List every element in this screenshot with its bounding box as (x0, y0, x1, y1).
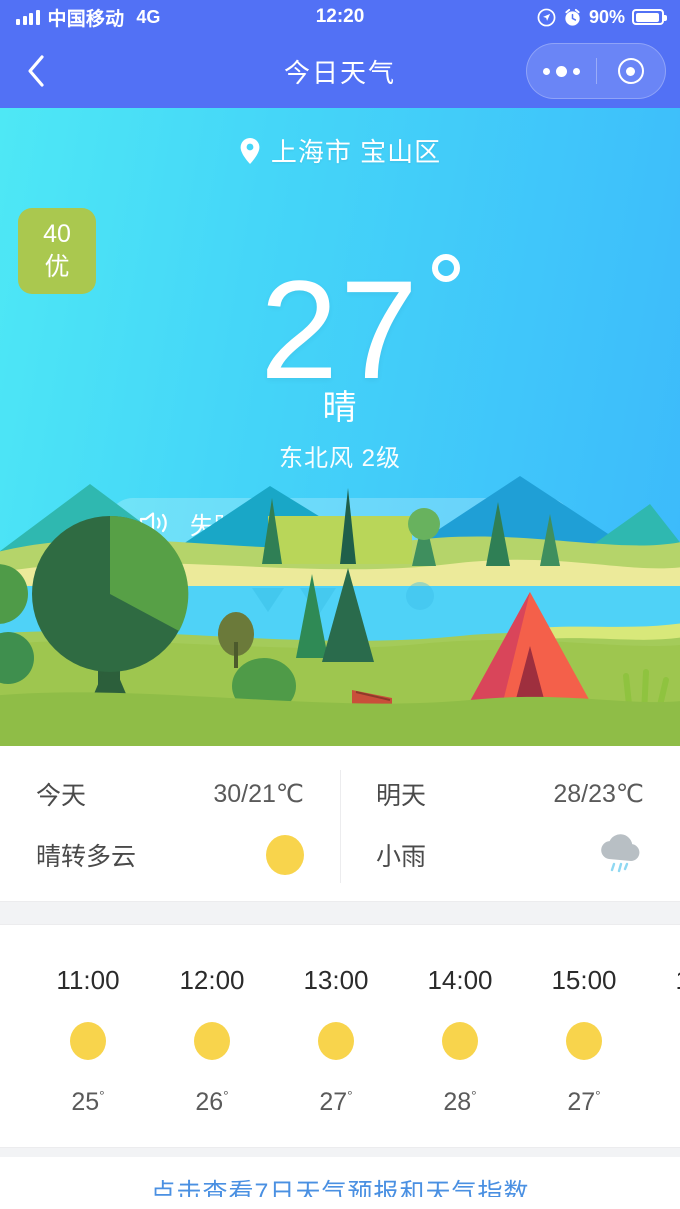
capsule-menu-button[interactable] (527, 65, 596, 77)
hourly-item[interactable]: 16:00 27° (646, 965, 680, 1117)
status-bar-left: 中国移动 4G (16, 4, 160, 31)
forecast-desc: 晴转多云 (36, 843, 137, 871)
nav-bar: 今日天气 (0, 34, 680, 108)
forecast-tomorrow-bottom: 小雨 (376, 832, 644, 878)
degree-symbol: ° (471, 1088, 477, 1104)
hourly-time: 13:00 (303, 965, 369, 995)
current-temperature: 27 (260, 254, 460, 400)
alarm-clock-icon (565, 8, 580, 26)
location-label: 上海市 宝山区 (270, 137, 442, 167)
camping-scene-illustration (0, 446, 680, 746)
status-bar-right: 90% (537, 6, 667, 28)
battery-percent-label: 90% (588, 6, 625, 27)
degree-symbol-icon (431, 254, 460, 282)
hourly-item[interactable]: 11:00 25° (26, 965, 150, 1117)
sun-icon (266, 835, 304, 875)
two-day-forecast-card[interactable]: 今天 30/21℃ 晴转多云 明天 28/23℃ 小雨 (0, 746, 680, 901)
sun-icon (318, 1022, 354, 1060)
location-arrow-icon (537, 8, 556, 26)
current-temperature-block: 27 (0, 254, 680, 400)
rain-cloud-icon (596, 833, 644, 877)
hourly-time: 14:00 (427, 965, 493, 995)
aqi-value: 40 (43, 220, 71, 249)
sun-icon (566, 1022, 602, 1060)
hourly-forecast-card[interactable]: 11:00 25° 12:00 26° 13:00 27° 14:00 28° … (0, 925, 680, 1147)
status-bar: 中国移动 4G 12:20 90% (0, 0, 680, 34)
forecast-temp-range: 28/23℃ (553, 780, 644, 808)
hourly-temp-value: 26 (195, 1088, 224, 1116)
hourly-time: 15:00 (551, 965, 617, 995)
forecast-today-bottom: 晴转多云 (36, 832, 304, 878)
hourly-time: 16:00 (646, 965, 680, 996)
network-type-label: 4G (136, 6, 161, 27)
degree-symbol: ° (223, 1088, 229, 1104)
weather-app-screen: 中国移动 4G 12:20 90% 今日天气 上海市 宝山区 40 优 27 晴… (0, 0, 680, 1209)
forecast-temp-range: 30/21℃ (213, 780, 304, 808)
more-dots-icon (542, 65, 580, 77)
hourly-temp: 27° (274, 1088, 398, 1117)
hourly-temp-value: 25 (71, 1088, 100, 1116)
signal-icon (16, 9, 40, 25)
degree-symbol: ° (99, 1088, 105, 1104)
forecast-tomorrow[interactable]: 明天 28/23℃ 小雨 (340, 770, 680, 901)
forecast-today-top: 今天 30/21℃ (36, 776, 304, 812)
forecast-day-label: 明天 (376, 782, 427, 810)
miniprogram-capsule[interactable] (526, 43, 666, 99)
map-pin-icon (240, 137, 260, 164)
hourly-scroll-track[interactable]: 11:00 25° 12:00 26° 13:00 27° 14:00 28° … (0, 965, 680, 1117)
hourly-item[interactable]: 12:00 26° (150, 965, 274, 1117)
sun-icon (442, 1022, 478, 1060)
forecast-desc: 小雨 (376, 843, 427, 871)
degree-symbol: ° (595, 1088, 601, 1104)
hourly-temp: 25° (26, 1088, 150, 1117)
chevron-left-icon (28, 55, 44, 87)
forecast-tomorrow-top: 明天 28/23℃ (376, 776, 644, 812)
carrier-label: 中国移动 (47, 8, 125, 30)
location-row[interactable]: 上海市 宝山区 (0, 132, 680, 169)
degree-symbol: ° (347, 1088, 353, 1104)
hourly-time: 12:00 (179, 965, 245, 995)
hourly-temp: 27° (646, 1088, 680, 1117)
bottom-separator (0, 1147, 680, 1157)
hourly-temp: 28° (398, 1088, 522, 1117)
seven-day-forecast-link[interactable]: 点击查看7日天气预报和天气指数 (0, 1157, 680, 1197)
hourly-item[interactable]: 15:00 27° (522, 965, 646, 1117)
hourly-temp-value: 27 (567, 1088, 596, 1116)
hourly-item[interactable]: 14:00 28° (398, 965, 522, 1117)
sun-icon (194, 1022, 230, 1060)
hourly-temp-value: 27 (319, 1088, 348, 1116)
forecast-today[interactable]: 今天 30/21℃ 晴转多云 (0, 776, 340, 901)
back-button[interactable] (14, 49, 58, 93)
target-circle-icon (617, 58, 644, 84)
card-separator (0, 901, 680, 925)
hourly-temp-value: 28 (443, 1088, 472, 1116)
capsule-close-button[interactable] (597, 58, 666, 84)
hourly-temp: 26° (150, 1088, 274, 1117)
sun-icon (70, 1022, 106, 1060)
weather-hero: 上海市 宝山区 40 优 27 晴 东北风 2级 失踪 (0, 108, 680, 746)
battery-icon (632, 9, 667, 25)
hourly-item[interactable]: 13:00 27° (274, 965, 398, 1117)
forecast-day-label: 今天 (36, 782, 87, 810)
current-condition: 晴 (322, 389, 358, 427)
hourly-temp: 27° (522, 1088, 646, 1117)
hourly-time: 11:00 (56, 965, 120, 995)
